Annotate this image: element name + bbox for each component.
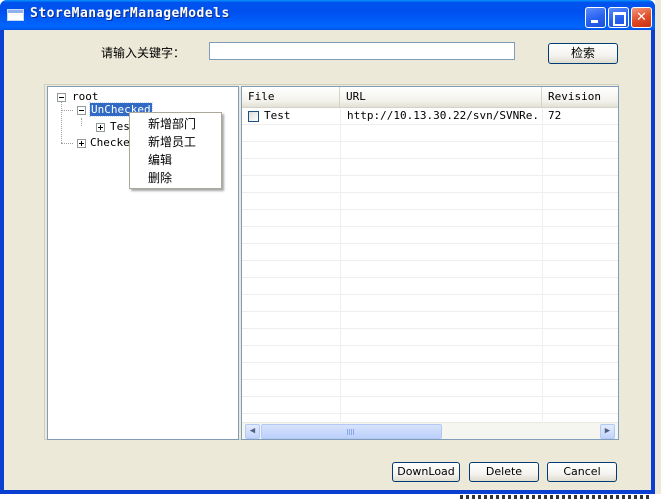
tree-connector xyxy=(81,118,82,126)
tree-collapse-icon[interactable] xyxy=(57,93,66,102)
menu-item-add-department[interactable]: 新增部门 xyxy=(130,115,221,133)
empty-row xyxy=(242,295,618,312)
empty-row xyxy=(242,210,618,227)
search-button[interactable]: 检索 xyxy=(548,43,618,64)
row-checkbox[interactable] xyxy=(248,111,259,122)
horizontal-scrollbar[interactable]: ◀ ▶ xyxy=(242,422,618,439)
menu-item-add-employee[interactable]: 新增员工 xyxy=(130,133,221,151)
scroll-thumb[interactable] xyxy=(261,424,442,439)
empty-row xyxy=(242,193,618,210)
empty-row xyxy=(242,176,618,193)
search-label: 请输入关键字： xyxy=(101,46,186,60)
cell-revision: 72 xyxy=(548,109,562,122)
tree-collapse-icon[interactable] xyxy=(77,106,86,115)
search-input[interactable] xyxy=(209,42,515,60)
cell-file: Test xyxy=(264,109,291,122)
close-button[interactable]: ✕ xyxy=(631,7,652,28)
tree-expand-icon[interactable] xyxy=(77,139,86,148)
delete-button[interactable]: Delete xyxy=(469,462,539,482)
maximize-button[interactable] xyxy=(608,7,629,28)
empty-row xyxy=(242,329,618,346)
grip-icon xyxy=(347,429,355,435)
background-app-bottom xyxy=(0,494,661,500)
empty-row xyxy=(242,363,618,380)
tree-connector xyxy=(61,101,62,143)
empty-row xyxy=(242,261,618,278)
close-icon: ✕ xyxy=(636,10,647,25)
empty-row xyxy=(242,397,618,414)
dialog-window: StoreManagerManageModels ✕ 请输入关键字： 检索 ro… xyxy=(0,0,655,494)
tree-connector xyxy=(61,110,73,111)
tree-node-test[interactable]: Tes xyxy=(110,120,130,133)
tree-node-root[interactable]: root xyxy=(72,90,99,103)
minimize-button[interactable] xyxy=(585,7,606,28)
window-title: StoreManagerManageModels xyxy=(30,6,230,21)
empty-row xyxy=(242,244,618,261)
scroll-right-button[interactable]: ▶ xyxy=(600,424,615,439)
empty-row xyxy=(242,346,618,363)
context-menu: 新增部门 新增员工 编辑 删除 xyxy=(129,112,222,189)
empty-row xyxy=(242,159,618,176)
empty-row xyxy=(242,278,618,295)
tree-node-checked[interactable]: Checke xyxy=(90,136,130,149)
background-taskbar-strip xyxy=(460,495,650,499)
empty-row xyxy=(242,227,618,244)
chevron-left-icon: ◀ xyxy=(249,426,256,436)
table-row[interactable]: Test http://10.13.30.22/svn/SVNRe... 72 xyxy=(242,108,618,125)
grid-body: Test http://10.13.30.22/svn/SVNRe... 72 xyxy=(242,108,618,431)
background-app-edge xyxy=(655,0,661,500)
file-grid[interactable]: File URL Revision Test http://10.13.30.2… xyxy=(241,86,619,440)
empty-row xyxy=(242,125,618,142)
grid-header: File URL Revision xyxy=(242,87,618,108)
tree-expand-icon[interactable] xyxy=(96,123,105,132)
column-header-file[interactable]: File xyxy=(242,87,340,107)
dialog-client-area: 请输入关键字： 检索 root UnChecked Tes Checke Fil… xyxy=(4,30,651,490)
chevron-right-icon: ▶ xyxy=(604,426,611,436)
empty-row xyxy=(242,312,618,329)
column-header-revision[interactable]: Revision xyxy=(542,87,618,107)
window-app-icon xyxy=(7,9,24,21)
scroll-left-button[interactable]: ◀ xyxy=(245,424,260,439)
download-button[interactable]: DownLoad xyxy=(392,462,460,482)
title-bar[interactable]: StoreManagerManageModels ✕ xyxy=(0,0,655,30)
empty-row xyxy=(242,380,618,397)
cancel-button[interactable]: Cancel xyxy=(547,462,617,482)
empty-row xyxy=(242,142,618,159)
menu-item-edit[interactable]: 编辑 xyxy=(130,151,221,169)
column-header-url[interactable]: URL xyxy=(340,87,542,107)
tree-connector xyxy=(61,143,73,144)
menu-item-delete[interactable]: 删除 xyxy=(130,169,221,187)
cell-url: http://10.13.30.22/svn/SVNRe... xyxy=(347,109,537,122)
